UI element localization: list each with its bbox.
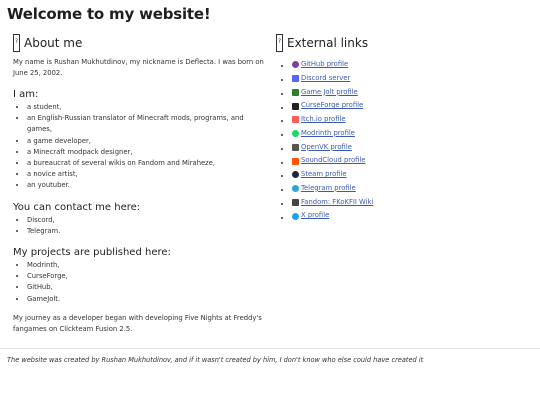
link-label: SoundCloud profile	[301, 156, 366, 165]
list-item: Steam profile	[292, 169, 526, 183]
openvk-icon	[292, 143, 299, 151]
steam-link[interactable]: Steam profile	[292, 169, 347, 181]
footer-divider	[0, 348, 540, 349]
fandom-icon	[292, 198, 299, 206]
external-links-list: GitHub profile Discord server Game Jolt …	[276, 59, 526, 224]
list-item: X profile	[292, 210, 526, 224]
list-item: an English-Russian translator of Minecra…	[27, 113, 268, 135]
about-heading-row: About me	[13, 33, 268, 53]
page-title: Welcome to my website!	[7, 5, 211, 23]
openvk-link[interactable]: OpenVK profile	[292, 142, 352, 154]
list-item: GameJolt.	[27, 294, 268, 305]
telegram-link[interactable]: Telegram profile	[292, 183, 356, 195]
modrinth-link[interactable]: Modrinth profile	[292, 128, 355, 140]
telegram-icon	[292, 185, 299, 192]
iam-list: a student, an English-Russian translator…	[13, 102, 268, 192]
broken-image-icon	[13, 34, 20, 52]
about-section: About me My name is Rushan Mukhutdinov, …	[13, 33, 268, 335]
list-item: Telegram.	[27, 226, 268, 237]
link-label: Steam profile	[301, 170, 347, 178]
list-item: Itch.io profile	[292, 114, 526, 128]
list-item: GitHub,	[27, 282, 268, 293]
link-label: X profile	[301, 211, 330, 220]
discord-link[interactable]: Discord server	[292, 73, 350, 85]
fandom-link[interactable]: Fandom: FKoKFII Wiki	[292, 197, 373, 209]
list-item: Game Jolt profile	[292, 87, 526, 101]
external-heading-row: External links	[276, 33, 526, 53]
link-label: Fandom: FKoKFII Wiki	[301, 197, 374, 206]
footer-text: The website was created by Rushan Mukhut…	[7, 356, 424, 364]
projects-heading: My projects are published here:	[13, 247, 171, 259]
link-label: Modrinth profile	[301, 128, 355, 137]
modrinth-icon	[292, 130, 299, 137]
list-item: Modrinth profile	[292, 128, 526, 142]
x-link[interactable]: X profile	[292, 210, 329, 222]
link-label: Itch.io profile	[301, 115, 346, 123]
discord-icon	[292, 75, 299, 82]
journey-text: My journey as a developer began with dev…	[13, 313, 262, 333]
gamejolt-link[interactable]: Game Jolt profile	[292, 87, 358, 99]
list-item: OpenVK profile	[292, 142, 526, 156]
external-heading: External links	[287, 36, 369, 50]
link-label: Telegram profile	[301, 183, 356, 192]
github-link[interactable]: GitHub profile	[292, 59, 348, 71]
list-item: a novice artist,	[27, 169, 268, 180]
list-item: a student,	[27, 102, 268, 113]
contact-list: Discord, Telegram.	[13, 215, 268, 237]
x-icon	[292, 212, 299, 220]
list-item: an youtuber.	[27, 180, 268, 191]
broken-image-icon	[276, 34, 283, 52]
list-item: CurseForge,	[27, 271, 268, 282]
about-intro: My name is Rushan Mukhutdinov, my nickna…	[13, 58, 264, 77]
projects-list: Modrinth, CurseForge, GitHub, GameJolt.	[13, 260, 268, 305]
link-label: GitHub profile	[301, 60, 349, 68]
curseforge-link[interactable]: CurseForge profile	[292, 100, 363, 112]
itchio-icon	[292, 116, 299, 124]
list-item: a bureaucrat of several wikis on Fandom …	[27, 158, 268, 169]
soundcloud-icon	[292, 157, 299, 165]
link-label: Game Jolt profile	[301, 87, 358, 96]
external-links-section: External links GitHub profile Discord se…	[276, 33, 526, 224]
soundcloud-link[interactable]: SoundCloud profile	[292, 155, 365, 167]
list-item: Discord,	[27, 215, 268, 226]
curseforge-icon	[292, 102, 299, 110]
gamejolt-icon	[292, 88, 299, 96]
list-item: Fandom: FKoKFII Wiki	[292, 197, 526, 211]
list-item: a Minecraft modpack designer,	[27, 147, 268, 158]
link-label: OpenVK profile	[301, 142, 352, 151]
list-item: SoundCloud profile	[292, 155, 526, 169]
list-item: CurseForge profile	[292, 100, 526, 114]
link-label: Discord server	[301, 73, 351, 82]
list-item: Discord server	[292, 73, 526, 87]
link-label: CurseForge profile	[301, 101, 364, 110]
iam-heading: I am:	[13, 89, 39, 100]
list-item: Telegram profile	[292, 183, 526, 197]
contact-heading: You can contact me here:	[13, 201, 141, 213]
about-heading: About me	[24, 36, 83, 50]
list-item: Modrinth,	[27, 260, 268, 271]
itchio-link[interactable]: Itch.io profile	[292, 114, 346, 126]
github-icon	[292, 61, 299, 69]
list-item: GitHub profile	[292, 59, 526, 73]
steam-icon	[292, 171, 299, 179]
list-item: a game developer,	[27, 136, 268, 147]
